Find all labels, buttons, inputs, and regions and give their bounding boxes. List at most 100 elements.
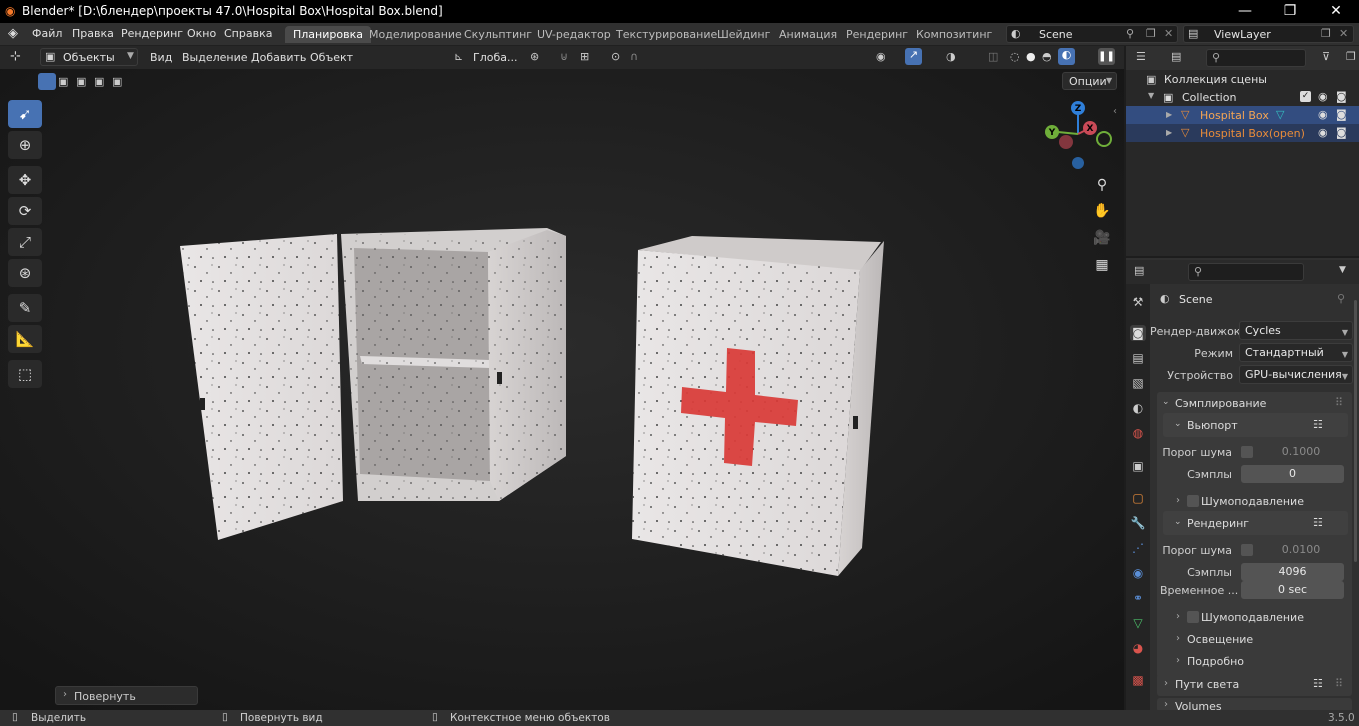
zoom-icon[interactable]: ⚲ <box>1091 174 1113 196</box>
list-icon[interactable]: ☷ <box>1313 418 1323 431</box>
collection-tab-icon[interactable]: ▣ <box>1130 458 1146 474</box>
advanced-subpanel[interactable]: Подробно <box>1187 655 1244 668</box>
select-intersect-icon[interactable]: ▣ <box>112 75 122 88</box>
r-samples-field[interactable]: 4096 <box>1241 563 1344 581</box>
proportional-edit-icon[interactable]: ⊙ <box>611 50 620 63</box>
mode-selector[interactable]: ▣ Объекты ▼ <box>40 48 138 66</box>
transform-tool[interactable]: ⊛ <box>8 259 42 287</box>
copy-icon[interactable]: ❐ <box>1146 27 1156 40</box>
add-cube-tool[interactable]: ⬚ <box>8 360 42 388</box>
menu-file[interactable]: Файл <box>32 27 62 40</box>
denoise-label[interactable]: Шумоподавление <box>1201 495 1304 508</box>
select-subtract-icon[interactable]: ▣ <box>76 75 86 88</box>
sampling-header[interactable]: Сэмплирование <box>1175 397 1266 410</box>
camera-icon[interactable]: 🎥 <box>1091 227 1113 249</box>
select-extend-icon[interactable]: ▣ <box>58 75 68 88</box>
vp-samples-field[interactable]: 0 <box>1241 465 1344 483</box>
chevron-right-icon[interactable]: › <box>1176 655 1180 666</box>
eye-icon[interactable]: ◉ <box>1318 108 1328 121</box>
xray-icon[interactable]: ◫ <box>988 50 998 63</box>
output-tab-icon[interactable]: ▤ <box>1130 350 1146 366</box>
expand-icon[interactable]: ▶ <box>1166 110 1172 119</box>
snap-icon[interactable]: ⊍ <box>560 50 568 63</box>
filter-icon[interactable]: ⊽ <box>1322 50 1330 63</box>
expand-icon[interactable]: ⌄ <box>1174 517 1182 527</box>
expand-icon[interactable]: ⌄ <box>1174 419 1182 429</box>
exclude-checkbox[interactable]: ✓ <box>1300 91 1311 102</box>
menu-edit[interactable]: Правка <box>72 27 114 40</box>
pause-render-icon[interactable]: ❚❚ <box>1098 48 1115 65</box>
denoise-render-label[interactable]: Шумоподавление <box>1201 611 1304 624</box>
modifier-tab-icon[interactable]: 🔧 <box>1130 515 1146 531</box>
select-new-icon[interactable] <box>38 73 56 90</box>
outliner-item-hospital-box[interactable]: ▶ ▽ Hospital Box ▽ ◉ ◙ <box>1126 106 1359 124</box>
drag-handle-icon[interactable]: ⠿ <box>1335 677 1343 690</box>
tool-tab-icon[interactable]: ⚒ <box>1130 294 1146 310</box>
r-noise-threshold-field[interactable]: 0.0100 <box>1258 541 1344 559</box>
outliner-item-hospital-box-open[interactable]: ▶ ▽ Hospital Box(open) ◉ ◙ <box>1126 124 1359 142</box>
sidebar-toggle-icon[interactable]: ‹ <box>1113 106 1117 117</box>
physics-tab-icon[interactable]: ◉ <box>1130 565 1146 581</box>
denoise-checkbox[interactable] <box>1187 495 1199 507</box>
menu-help[interactable]: Справка <box>224 27 272 40</box>
blender-menu-icon[interactable]: ◈ <box>8 26 18 41</box>
constraints-tab-icon[interactable]: ⚭ <box>1130 590 1146 606</box>
vp-noise-threshold-checkbox[interactable] <box>1241 446 1253 458</box>
pin-icon[interactable]: ⚲ <box>1337 292 1345 305</box>
3d-viewport[interactable] <box>0 46 1124 710</box>
chevron-right-icon[interactable]: › <box>1176 611 1180 622</box>
wireframe-shading-icon[interactable]: ◌ <box>1010 50 1020 63</box>
close-icon[interactable]: ✕ <box>1339 27 1348 40</box>
mode-select[interactable]: Стандартный ▼ <box>1239 343 1353 362</box>
tab-sculpting[interactable]: Скульптинг <box>464 28 532 41</box>
select-invert-icon[interactable]: ▣ <box>94 75 104 88</box>
minimize-button[interactable]: — <box>1222 0 1268 23</box>
visibility-icon[interactable]: ◉ <box>876 50 886 63</box>
list-icon[interactable]: ☷ <box>1313 516 1323 529</box>
device-select[interactable]: GPU-вычисления ▼ <box>1239 365 1353 384</box>
data-tab-icon[interactable]: ▽ <box>1130 615 1146 631</box>
chevron-right-icon[interactable]: › <box>1176 495 1180 506</box>
pin-icon[interactable]: ⚲ <box>1126 27 1134 40</box>
menu-render[interactable]: Рендеринг <box>121 27 183 40</box>
overlay-icon[interactable]: ◑ <box>946 50 956 63</box>
chevron-right-icon[interactable]: › <box>1164 678 1168 689</box>
rendered-shading-icon[interactable]: ◐ <box>1058 48 1075 65</box>
list-icon[interactable]: ☷ <box>1313 677 1323 690</box>
time-limit-field[interactable]: 0 sec <box>1241 581 1344 599</box>
options-dropdown[interactable]: Опции ▼ <box>1062 72 1117 90</box>
menu-object[interactable]: Объект <box>310 51 353 64</box>
camera-icon[interactable]: ◙ <box>1336 90 1347 103</box>
navigation-gizmo[interactable]: Z X Y <box>1040 98 1120 174</box>
scene-selector[interactable]: ◐ Scene ⚲ ❐ ✕ <box>1006 25 1178 43</box>
copy-icon[interactable]: ❐ <box>1321 27 1331 40</box>
eye-icon[interactable]: ◉ <box>1318 90 1328 103</box>
rotate-tool[interactable]: ⟳ <box>8 197 42 225</box>
close-button[interactable]: ✕ <box>1313 0 1359 23</box>
tab-modeling[interactable]: Моделирование <box>369 28 462 41</box>
editor-type-icon[interactable]: ⊹ <box>10 49 21 64</box>
display-mode-icon[interactable]: ▤ <box>1171 50 1181 63</box>
camera-icon[interactable]: ◙ <box>1336 108 1347 121</box>
gizmo-toggle-icon[interactable]: ↗ <box>905 48 922 65</box>
outliner-search-input[interactable]: ⚲ <box>1206 49 1306 67</box>
cursor-tool[interactable]: ⊕ <box>8 131 42 159</box>
scale-tool[interactable]: ⤢ <box>8 228 42 256</box>
properties-scrollbar[interactable] <box>1354 300 1357 562</box>
menu-select[interactable]: Выделение <box>182 51 248 64</box>
view-layer-selector[interactable]: ▤ ViewLayer ❐ ✕ <box>1183 25 1354 43</box>
scene-collection-row[interactable]: ▣ Коллекция сцены <box>1126 70 1359 88</box>
menu-view[interactable]: Вид <box>150 51 172 64</box>
menu-add[interactable]: Добавить <box>251 51 306 64</box>
close-icon[interactable]: ✕ <box>1164 27 1173 40</box>
pivot-icon[interactable]: ⊛ <box>530 50 539 63</box>
chevron-down-icon[interactable]: ▼ <box>1339 265 1346 275</box>
tab-rendering[interactable]: Рендеринг <box>846 28 908 41</box>
properties-search-input[interactable]: ⚲ <box>1188 263 1304 281</box>
select-box-tool[interactable]: ➹ <box>8 100 42 128</box>
render-tab-icon[interactable]: ◙ <box>1130 325 1146 341</box>
annotate-tool[interactable]: ✎ <box>8 294 42 322</box>
expand-icon[interactable]: ▼ <box>1148 91 1154 100</box>
chevron-right-icon[interactable]: › <box>1164 699 1168 710</box>
camera-icon[interactable]: ◙ <box>1336 126 1347 139</box>
